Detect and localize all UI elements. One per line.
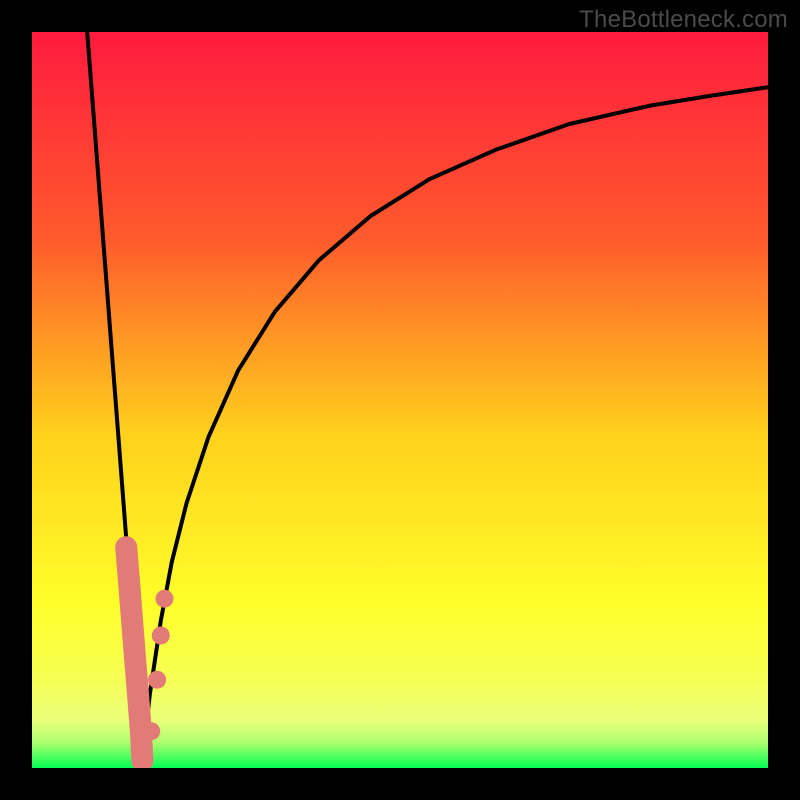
marker-dot bbox=[142, 722, 160, 740]
marker-dot bbox=[148, 671, 166, 689]
marker-dot bbox=[156, 590, 174, 608]
plot-area bbox=[32, 32, 768, 768]
chart-frame: TheBottleneck.com bbox=[0, 0, 800, 800]
chart-svg bbox=[32, 32, 768, 768]
watermark-text: TheBottleneck.com bbox=[579, 6, 788, 34]
marker-dot bbox=[152, 627, 170, 645]
